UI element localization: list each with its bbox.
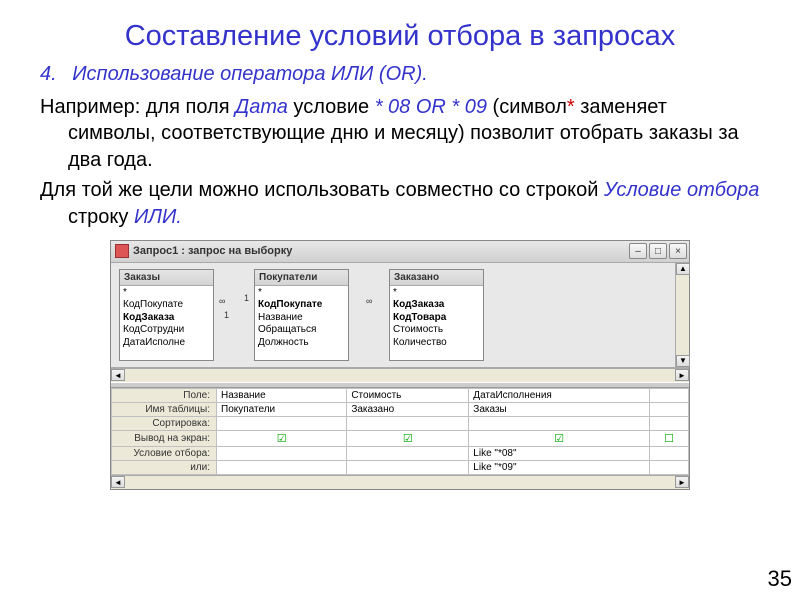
- relationship-pane: Заказы * КодПокупате КодЗаказа КодСотруд…: [111, 263, 689, 368]
- grid-row-or: или: Like "*09": [112, 460, 689, 474]
- grid-label: Сортировка:: [112, 416, 217, 430]
- list-text: Использование оператора ИЛИ (OR).: [72, 63, 428, 85]
- grid-label: Вывод на экран:: [112, 430, 217, 446]
- grid-row-table: Имя таблицы: Покупатели Заказано Заказы: [112, 402, 689, 416]
- grid-cell[interactable]: [347, 460, 469, 474]
- asterisk-symbol: *: [567, 96, 575, 118]
- grid-cell[interactable]: [650, 460, 689, 474]
- relation-infinity-icon: ∞: [366, 296, 372, 306]
- scroll-right-icon[interactable]: ►: [675, 369, 689, 381]
- close-button[interactable]: ×: [669, 243, 687, 259]
- table-row: Должность: [258, 337, 345, 350]
- grid-cell[interactable]: Стоимость: [347, 388, 469, 402]
- table-row: КодПокупате: [123, 299, 210, 312]
- grid-cell[interactable]: [217, 460, 347, 474]
- p1-highlight-data: Дата: [235, 96, 288, 118]
- grid-cell[interactable]: Покупатели: [217, 402, 347, 416]
- grid-label: Поле:: [112, 388, 217, 402]
- table-row: *: [258, 287, 345, 300]
- grid-cell[interactable]: [217, 416, 347, 430]
- grid-cell[interactable]: Like "*08": [469, 446, 650, 460]
- page-number: 35: [768, 566, 792, 592]
- show-checkbox[interactable]: ☐: [650, 430, 689, 446]
- table-row: Количество: [393, 337, 480, 350]
- vertical-scrollbar[interactable]: ▲ ▼: [675, 263, 689, 367]
- scroll-right-icon[interactable]: ►: [675, 476, 689, 488]
- table-row: Название: [258, 312, 345, 325]
- scroll-up-icon[interactable]: ▲: [676, 263, 690, 275]
- list-number: 4.: [40, 63, 57, 85]
- p2-text2: строку: [68, 206, 134, 228]
- window-icon: [115, 244, 129, 258]
- maximize-button[interactable]: □: [649, 243, 667, 259]
- p1-text3: (символ: [487, 96, 567, 118]
- scroll-left-icon[interactable]: ◄: [111, 476, 125, 488]
- table-row: *: [393, 287, 480, 300]
- grid-cell[interactable]: [347, 416, 469, 430]
- grid-label: Имя таблицы:: [112, 402, 217, 416]
- p2-text: Для той же цели можно использовать совме…: [40, 179, 604, 201]
- grid-cell[interactable]: Заказы: [469, 402, 650, 416]
- grid-cell[interactable]: [217, 446, 347, 460]
- window-titlebar: Запрос1 : запрос на выборку – □ ×: [111, 241, 689, 263]
- table-row: Обращаться: [258, 324, 345, 337]
- grid-row-sort: Сортировка:: [112, 416, 689, 430]
- table-row: *: [123, 287, 210, 300]
- grid-label: или:: [112, 460, 217, 474]
- p1-highlight-expr: * 08 OR * 09: [375, 96, 487, 118]
- table-title: Заказано: [390, 270, 483, 286]
- grid-cell[interactable]: Заказано: [347, 402, 469, 416]
- minimize-button[interactable]: –: [629, 243, 647, 259]
- grid-cell[interactable]: [347, 446, 469, 460]
- list-item-4: 4. Использование оператора ИЛИ (OR).: [40, 63, 760, 86]
- table-box-zakazano[interactable]: Заказано * КодЗаказа КодТовара Стоимость…: [389, 269, 484, 361]
- horizontal-scrollbar[interactable]: ◄ ►: [111, 475, 689, 489]
- scroll-left-icon[interactable]: ◄: [111, 369, 125, 381]
- qbe-grid: Поле: Название Стоимость ДатаИсполнения …: [111, 388, 689, 475]
- grid-cell[interactable]: [650, 402, 689, 416]
- horizontal-scrollbar[interactable]: ◄ ►: [111, 368, 689, 382]
- paragraph-1: Например: для поля Дата условие * 08 OR …: [68, 94, 760, 173]
- table-box-pokupateli[interactable]: Покупатели * КодПокупате Название Обраща…: [254, 269, 349, 361]
- grid-cell[interactable]: [650, 388, 689, 402]
- paragraph-2: Для той же цели можно использовать совме…: [68, 177, 760, 230]
- grid-cell[interactable]: Название: [217, 388, 347, 402]
- grid-cell[interactable]: [469, 416, 650, 430]
- grid-cell[interactable]: ДатаИсполнения: [469, 388, 650, 402]
- show-checkbox[interactable]: ☑: [469, 430, 650, 446]
- table-row: КодЗаказа: [123, 312, 210, 325]
- relation-one-icon: 1: [244, 293, 249, 303]
- grid-row-field: Поле: Название Стоимость ДатаИсполнения: [112, 388, 689, 402]
- table-row: КодСотрудни: [123, 324, 210, 337]
- table-row: ДатаИсполне: [123, 337, 210, 350]
- grid-row-show: Вывод на экран: ☑ ☑ ☑ ☐: [112, 430, 689, 446]
- table-row: КодЗаказа: [393, 299, 480, 312]
- relation-infinity-icon: ∞: [219, 296, 225, 306]
- table-title: Заказы: [120, 270, 213, 286]
- slide-title: Составление условий отбора в запросах: [40, 20, 760, 53]
- table-title: Покупатели: [255, 270, 348, 286]
- table-box-zakazy[interactable]: Заказы * КодПокупате КодЗаказа КодСотруд…: [119, 269, 214, 361]
- p1-text2: условие: [288, 96, 375, 118]
- grid-label: Условие отбора:: [112, 446, 217, 460]
- show-checkbox[interactable]: ☑: [217, 430, 347, 446]
- grid-row-criteria: Условие отбора: Like "*08": [112, 446, 689, 460]
- p2-highlight-2: ИЛИ.: [134, 206, 182, 228]
- grid-cell[interactable]: Like "*09": [469, 460, 650, 474]
- table-row: Стоимость: [393, 324, 480, 337]
- grid-cell[interactable]: [650, 446, 689, 460]
- table-row: КодПокупате: [258, 299, 345, 312]
- grid-cell[interactable]: [650, 416, 689, 430]
- window-title: Запрос1 : запрос на выборку: [133, 245, 629, 257]
- show-checkbox[interactable]: ☑: [347, 430, 469, 446]
- table-row: КодТовара: [393, 312, 480, 325]
- p1-text: Например: для поля: [40, 96, 235, 118]
- relation-one-icon: 1: [224, 310, 229, 320]
- scroll-down-icon[interactable]: ▼: [676, 355, 690, 367]
- access-window: Запрос1 : запрос на выборку – □ × Заказы…: [110, 240, 690, 490]
- p2-highlight-1: Условие отбора: [604, 179, 759, 201]
